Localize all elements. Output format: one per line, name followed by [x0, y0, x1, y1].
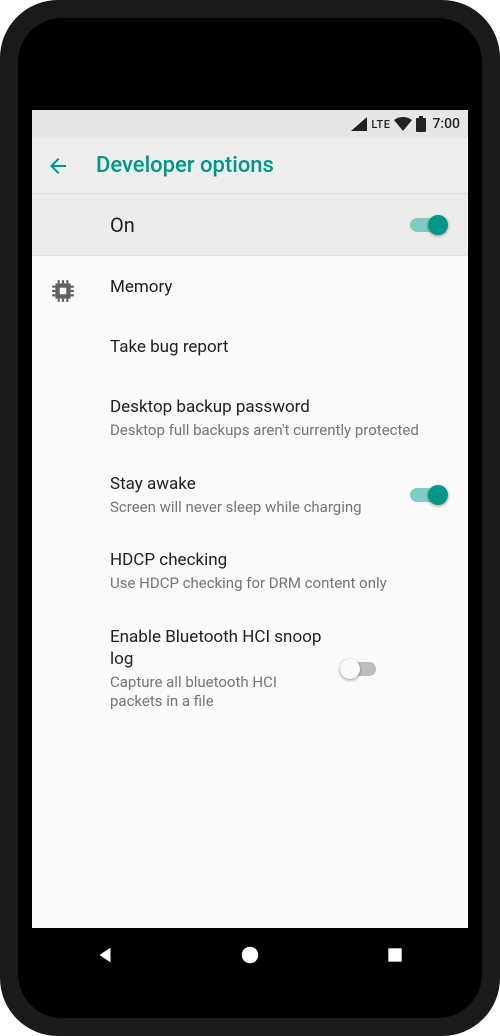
list-item-subtitle: Capture all bluetooth HCI packets in a f… — [110, 673, 322, 712]
list-item-title: Take bug report — [110, 336, 442, 358]
switch-thumb — [428, 215, 448, 235]
phone-frame: LTE 7:00 Developer options On — [0, 0, 500, 1036]
list-item-bug-report[interactable]: Take bug report — [32, 320, 468, 380]
switch-thumb — [340, 659, 360, 679]
nav-home-icon — [239, 944, 261, 966]
list-item-desktop-backup[interactable]: Desktop backup password Desktop full bac… — [32, 380, 468, 457]
cell-signal-icon — [351, 117, 367, 131]
status-time: 7:00 — [432, 116, 460, 132]
memory-icon — [50, 278, 76, 304]
bt-hci-snoop-switch[interactable] — [340, 657, 380, 681]
stay-awake-switch[interactable] — [410, 483, 450, 507]
nav-recents-icon — [385, 945, 405, 965]
list-item-subtitle: Use HDCP checking for DRM content only — [110, 574, 442, 594]
page-title: Developer options — [96, 153, 274, 178]
list-item-bt-hci-snoop[interactable]: Enable Bluetooth HCI snoop log Capture a… — [32, 610, 468, 728]
list-item-stay-awake[interactable]: Stay awake Screen will never sleep while… — [32, 457, 468, 534]
master-toggle-row[interactable]: On — [32, 194, 468, 256]
switch-thumb — [428, 485, 448, 505]
list-item-title: Stay awake — [110, 473, 392, 495]
list-item-subtitle: Desktop full backups aren't currently pr… — [110, 421, 442, 441]
list-item-memory[interactable]: Memory — [32, 260, 468, 320]
phone-inner: LTE 7:00 Developer options On — [18, 18, 482, 1018]
navigation-bar — [32, 928, 468, 982]
nav-home-button[interactable] — [220, 944, 280, 966]
list-item-title: HDCP checking — [110, 549, 442, 571]
master-toggle-label: On — [110, 213, 410, 237]
back-button[interactable] — [44, 152, 72, 180]
battery-icon — [416, 116, 426, 132]
list-item-title: Desktop backup password — [110, 396, 442, 418]
screen: LTE 7:00 Developer options On — [32, 110, 468, 928]
nav-back-button[interactable] — [75, 944, 135, 966]
wifi-icon — [394, 117, 412, 131]
settings-list: Memory Take bug report Desktop backup pa… — [32, 256, 468, 928]
list-item-hdcp[interactable]: HDCP checking Use HDCP checking for DRM … — [32, 533, 468, 610]
network-label: LTE — [371, 118, 390, 131]
arrow-back-icon — [46, 154, 70, 178]
list-item-title: Enable Bluetooth HCI snoop log — [110, 626, 322, 670]
nav-recents-button[interactable] — [365, 945, 425, 965]
master-toggle-switch[interactable] — [410, 213, 450, 237]
nav-back-icon — [94, 944, 116, 966]
app-bar: Developer options — [32, 138, 468, 194]
list-item-title: Memory — [110, 276, 442, 298]
status-bar: LTE 7:00 — [32, 110, 468, 138]
list-item-subtitle: Screen will never sleep while charging — [110, 498, 392, 518]
